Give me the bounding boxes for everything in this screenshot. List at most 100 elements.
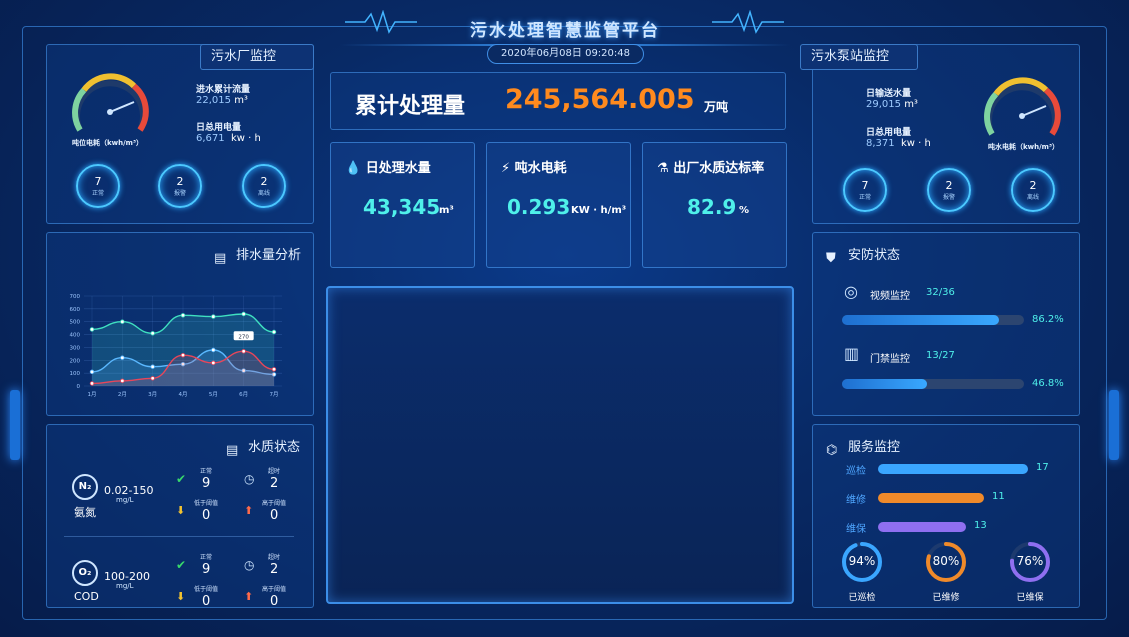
y-tick-label: 400 xyxy=(70,333,81,339)
data-point[interactable] xyxy=(271,329,277,335)
cctv-icon: ⌬ xyxy=(826,443,838,458)
kpi-daily-volume-unit: m³ xyxy=(439,205,454,216)
door-monitor-bar xyxy=(842,379,1024,389)
tab-plant-monitor[interactable]: 污水厂监控 xyxy=(200,44,314,70)
data-point[interactable] xyxy=(271,367,277,372)
data-point[interactable] xyxy=(89,369,95,375)
door-monitor-bar-fill xyxy=(842,379,928,389)
x-tick-label: 3月 xyxy=(148,391,157,398)
wq-overtime-value: 2 xyxy=(270,476,279,491)
camera-icon: ◎ xyxy=(844,282,858,301)
x-tick-label: 4月 xyxy=(179,391,188,398)
arrow-up-icon: ⬆ xyxy=(244,504,254,517)
pump-ring-normal[interactable]: 7 正常 xyxy=(843,168,887,212)
wq-overtime-value: 2 xyxy=(270,562,279,577)
page-title: 污水处理智慧监管平台 xyxy=(470,21,660,41)
shield-icon: ⛊ xyxy=(826,251,836,266)
y-tick-label: 300 xyxy=(70,345,81,351)
inflow-label: 进水累计流量 xyxy=(196,85,251,95)
data-point[interactable] xyxy=(211,360,216,366)
kpi-quality-rate-header: ⚗ 出厂水质达标率 xyxy=(657,161,765,176)
wq-normal-value: 9 xyxy=(202,562,211,577)
data-point[interactable] xyxy=(150,364,155,369)
data-point[interactable] xyxy=(241,311,246,317)
total-treated-label: 累计处理量 xyxy=(355,94,466,119)
data-point[interactable] xyxy=(180,313,186,318)
y-tick-label: 500 xyxy=(70,320,81,326)
tab-pump-monitor[interactable]: 污水泵站监控 xyxy=(800,44,918,70)
service-donut-pct: 94% xyxy=(848,554,876,568)
service-bar xyxy=(878,522,966,532)
arrow-up-icon: ⬆ xyxy=(244,590,254,603)
service-header: ⌬ 服务监控 xyxy=(826,440,901,458)
water-quality-header: ▤ 水质状态 xyxy=(226,440,301,458)
video-monitor-bar-fill xyxy=(842,315,999,325)
pump-ring-offline[interactable]: 2 离线 xyxy=(1011,168,1055,212)
plant-ring-normal[interactable]: 7 正常 xyxy=(76,164,120,208)
door-monitor-label: 门禁监控 xyxy=(870,354,910,365)
plant-ring-offline[interactable]: 2 离线 xyxy=(242,164,286,208)
video-monitor-bar xyxy=(842,315,1024,325)
service-donut-label: 已维修 xyxy=(932,593,960,603)
wq-low-label: 低于阈值 xyxy=(194,500,219,507)
wq-low-label: 低于阈值 xyxy=(194,586,219,593)
data-point[interactable] xyxy=(211,314,216,319)
right-edge-decoration xyxy=(1109,390,1119,460)
service-bar-value: 11 xyxy=(992,491,1005,502)
wq-name: 氨氮 xyxy=(74,506,96,519)
data-point[interactable] xyxy=(120,319,125,324)
wq-low-value: 0 xyxy=(202,594,211,609)
pump-gauge xyxy=(984,77,1061,136)
pump-gauge-label: 吨水电耗（kwh/m³） xyxy=(988,143,1060,151)
data-point[interactable] xyxy=(120,378,125,384)
kpi-power-per-ton: ⚡ 吨水电耗 0.293 KW · h/m³ xyxy=(486,142,631,268)
report-icon: ▤ xyxy=(226,443,239,458)
data-point[interactable] xyxy=(89,381,95,386)
data-point[interactable] xyxy=(180,352,186,358)
total-treated-unit: 万吨 xyxy=(704,100,729,114)
kpi-daily-volume-value: 43,345 xyxy=(363,195,441,219)
chem-icon: N₂ xyxy=(72,474,98,500)
report-icon: ▤ xyxy=(214,251,227,266)
service-bar xyxy=(878,493,984,503)
datetime-display: 2020年06月08日 09:20:48 xyxy=(487,44,644,64)
kpi-quality-rate-value: 82.9 xyxy=(687,195,737,219)
door-monitor-pct: 46.8% xyxy=(1032,378,1064,389)
video-monitor-count: 32/36 xyxy=(926,287,955,298)
plant-power-label: 日总用电量 xyxy=(196,123,242,133)
row-divider xyxy=(64,536,294,537)
plant-ring-alarm[interactable]: 2 报警 xyxy=(158,164,202,208)
check-icon: ✔ xyxy=(176,558,187,572)
service-bar-label: 维修 xyxy=(846,495,866,506)
clock-icon: ◷ xyxy=(244,558,255,572)
x-tick-label: 5月 xyxy=(209,391,218,398)
clock-icon: ◷ xyxy=(244,472,255,486)
data-point[interactable] xyxy=(150,331,155,336)
data-point[interactable] xyxy=(241,349,246,354)
data-point[interactable] xyxy=(150,376,155,381)
chem-icon: O₂ xyxy=(72,560,98,586)
pump-send-value: 29,015 m³ xyxy=(866,99,918,110)
wq-normal-label: 正常 xyxy=(200,554,213,561)
kpi-daily-volume: 💧 日处理水量 43,345 m³ xyxy=(330,142,475,268)
pump-send-label: 日输送水量 xyxy=(866,89,912,99)
data-point[interactable] xyxy=(120,355,125,360)
service-donut-pct: 76% xyxy=(1016,554,1044,568)
check-icon: ✔ xyxy=(176,472,187,486)
pump-ring-alarm[interactable]: 2 报警 xyxy=(927,168,971,212)
left-edge-decoration xyxy=(10,390,20,460)
service-donut-label: 已维保 xyxy=(1016,593,1044,603)
data-point[interactable] xyxy=(89,327,95,332)
wq-normal-value: 9 xyxy=(202,476,211,491)
service-donut-pct: 80% xyxy=(932,554,960,568)
center-display-screen xyxy=(326,286,794,604)
wq-high-value: 0 xyxy=(270,594,279,609)
wq-high-value: 0 xyxy=(270,508,279,523)
inflow-value: 22,015 m³ xyxy=(196,95,248,106)
kpi-power-per-ton-unit: KW · h/m³ xyxy=(571,205,627,216)
plant-gauge-label: 吨位电耗（kwh/m³） xyxy=(72,139,144,147)
wq-overtime-label: 超时 xyxy=(268,554,281,561)
y-tick-label: 700 xyxy=(70,294,81,300)
arrow-down-icon: ⬇ xyxy=(176,504,186,517)
data-point[interactable] xyxy=(211,347,216,353)
